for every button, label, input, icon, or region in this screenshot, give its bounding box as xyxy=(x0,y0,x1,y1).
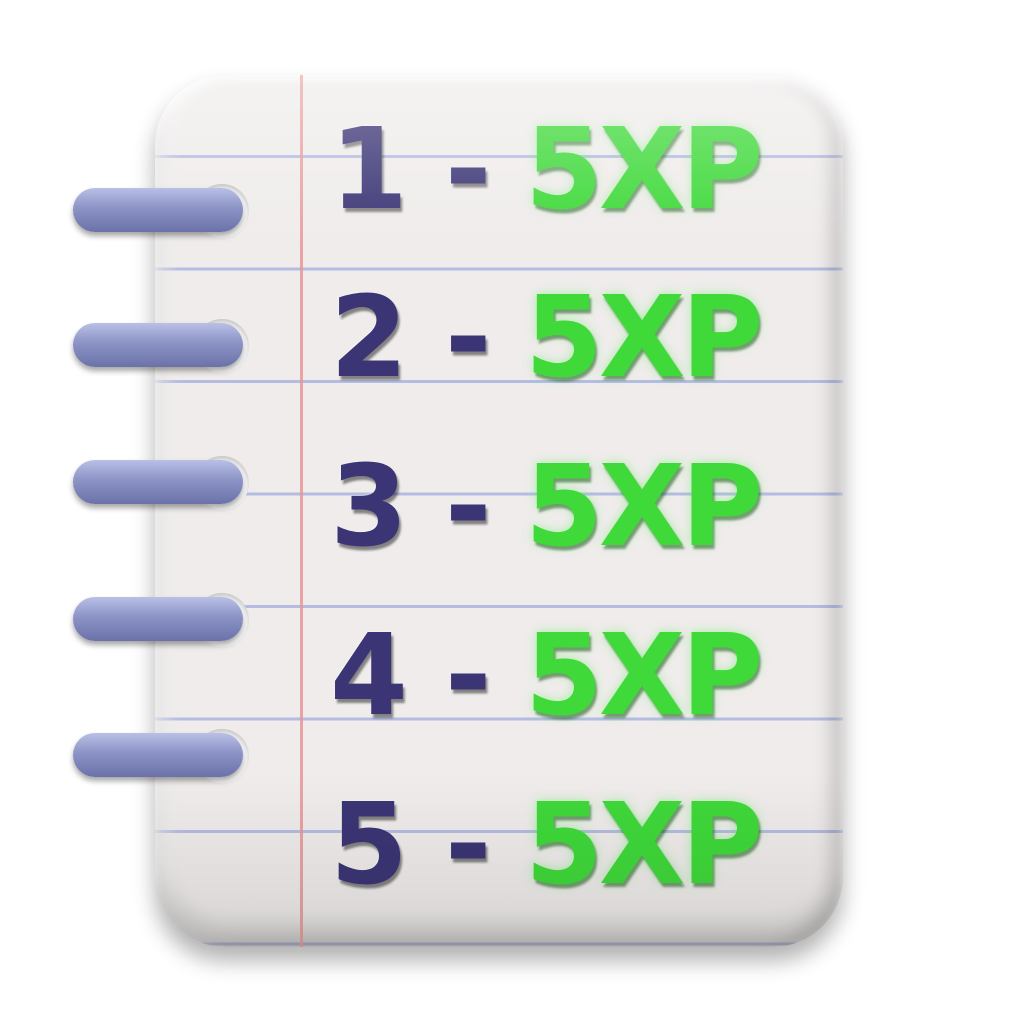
spiral-ring-icon xyxy=(73,729,249,783)
item-reward: 5XP xyxy=(525,780,763,910)
list-item: 5 - 5XP xyxy=(330,780,810,910)
item-dash: - xyxy=(445,273,491,403)
ring-bar xyxy=(73,733,243,777)
item-reward: 5XP xyxy=(525,442,763,572)
ring-bar xyxy=(73,323,243,367)
item-reward: 5XP xyxy=(525,611,763,741)
item-number: 5 xyxy=(330,780,408,910)
notebook-xp-list-icon: 1 - 5XP 2 - 5XP 3 - 5XP 4 - 5XP 5 - 5XP xyxy=(0,0,1024,1024)
list-item: 1 - 5XP xyxy=(330,105,810,235)
item-dash: - xyxy=(445,780,491,910)
item-reward: 5XP xyxy=(525,273,763,403)
item-number: 4 xyxy=(330,611,408,741)
list-item: 2 - 5XP xyxy=(330,273,810,403)
item-number: 2 xyxy=(330,273,408,403)
ring-bar xyxy=(73,188,243,232)
list-item: 4 - 5XP xyxy=(330,611,810,741)
item-dash: - xyxy=(445,442,491,572)
spiral-ring-icon xyxy=(73,593,249,647)
item-dash: - xyxy=(445,611,491,741)
ring-bar xyxy=(73,460,243,504)
list-item: 3 - 5XP xyxy=(330,442,810,572)
item-reward: 5XP xyxy=(525,105,763,235)
item-dash: - xyxy=(445,105,491,235)
spiral-ring-icon xyxy=(73,319,249,373)
spiral-ring-icon xyxy=(73,184,249,238)
item-number: 1 xyxy=(330,105,408,235)
notebook-page: 1 - 5XP 2 - 5XP 3 - 5XP 4 - 5XP 5 - 5XP xyxy=(155,75,843,947)
margin-line xyxy=(300,75,303,947)
item-number: 3 xyxy=(330,442,408,572)
ring-bar xyxy=(73,597,243,641)
spiral-ring-icon xyxy=(73,456,249,510)
